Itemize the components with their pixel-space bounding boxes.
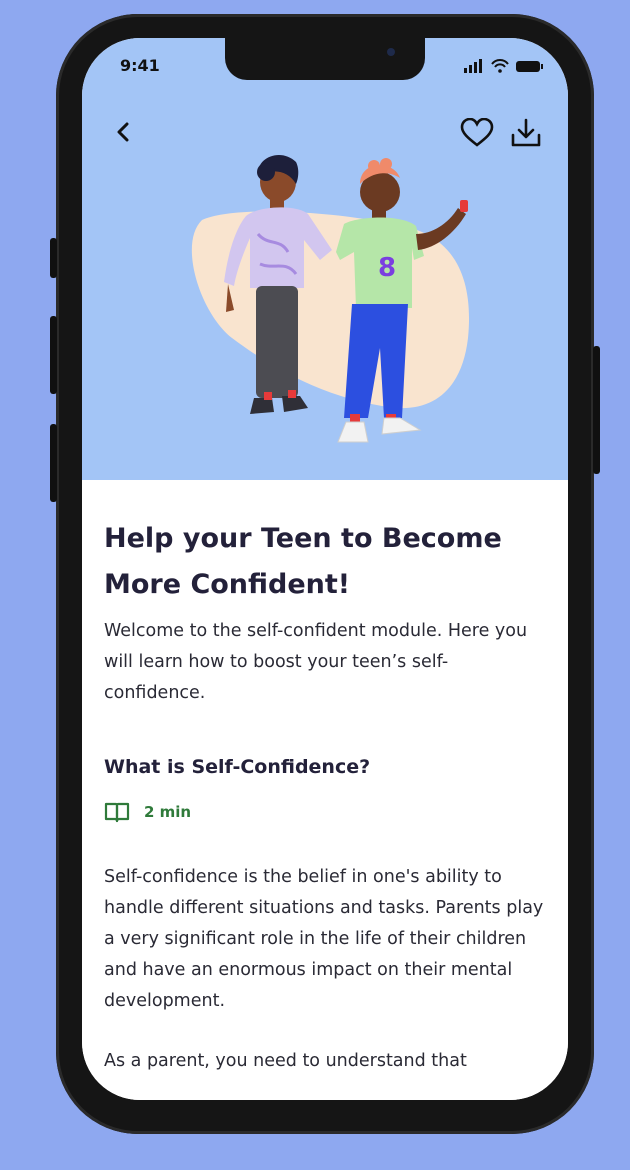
favorite-heart-icon[interactable] <box>460 118 494 148</box>
svg-text:8: 8 <box>378 253 396 283</box>
phone-screen: 8 9:41 Help your Teen to Become More Con… <box>82 38 568 1100</box>
article-intro: Welcome to the self-confident module. He… <box>104 621 528 703</box>
back-chevron-left-icon[interactable] <box>112 120 136 144</box>
article-body-next-line: As a parent, you need to understand that <box>104 1051 467 1071</box>
article-title: Help your Teen to Become More Confident! <box>104 523 502 600</box>
article-content[interactable]: Help your Teen to Become More Confident!… <box>82 480 568 1100</box>
hero-illustration-area: 8 <box>82 38 568 480</box>
side-button-volume-down <box>50 424 57 502</box>
front-camera <box>387 48 395 56</box>
teens-illustration: 8 <box>191 154 470 443</box>
side-button-power <box>593 346 600 474</box>
signal-wifi-battery-icon <box>464 59 543 73</box>
section-title: What is Self-Confidence? <box>104 756 371 778</box>
side-button-silent <box>50 238 57 278</box>
status-icons <box>464 58 544 77</box>
read-time: 2 min <box>104 798 191 826</box>
status-time: 9:41 <box>120 56 160 75</box>
side-button-volume-up <box>50 316 57 394</box>
book-icon <box>104 802 130 823</box>
download-icon[interactable] <box>510 118 542 148</box>
notch <box>225 38 425 80</box>
article-body: Self-confidence is the belief in one's a… <box>104 867 544 1011</box>
read-time-label: 2 min <box>144 803 192 821</box>
